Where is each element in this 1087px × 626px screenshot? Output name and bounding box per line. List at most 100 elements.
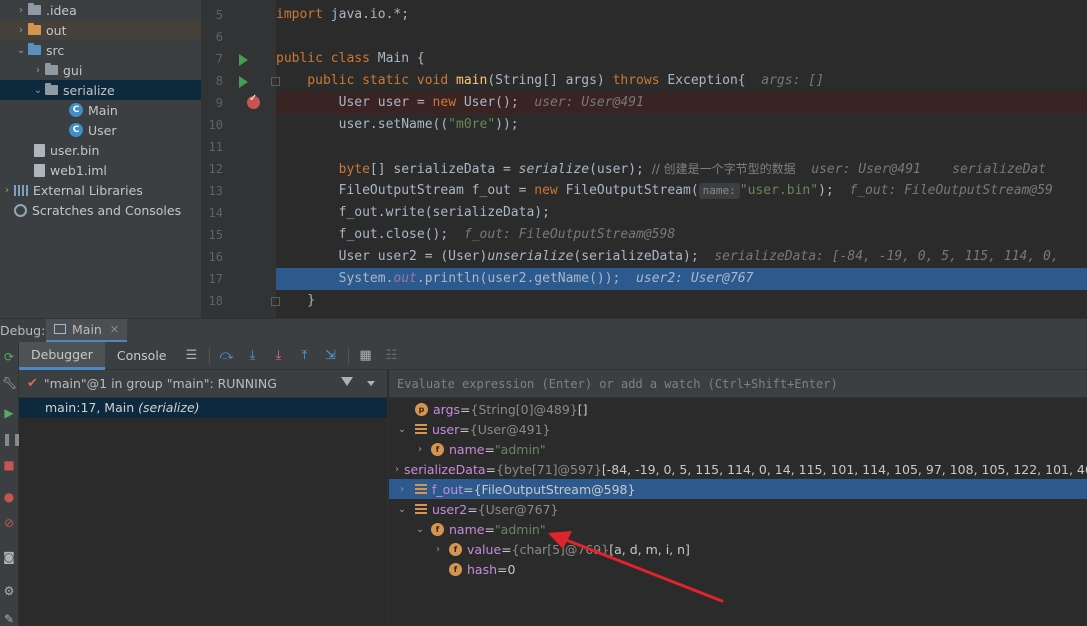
code-editor[interactable]: 5 6 7 8 9 10 11 12 13 14 15 16 17 18 imp… xyxy=(201,0,1087,318)
variable-equals: = xyxy=(459,421,470,437)
settings-gear-icon[interactable]: ⚙ xyxy=(2,584,16,598)
variable-name: args xyxy=(433,401,461,417)
chevron-down-icon[interactable]: ⌄ xyxy=(31,85,45,96)
field-icon: f xyxy=(449,562,462,576)
code-text: f_out.write(serializeData); xyxy=(276,205,550,220)
chevron-right-icon[interactable]: › xyxy=(431,544,445,555)
tree-item-scratches[interactable]: Scratches and Consoles xyxy=(0,200,201,220)
run-main-icon[interactable] xyxy=(239,76,248,88)
tree-item-label: User xyxy=(88,122,117,138)
chevron-down-icon[interactable]: ⌄ xyxy=(395,504,409,515)
camera-icon[interactable]: ◙ xyxy=(2,550,16,564)
wrench-icon[interactable]: 🔧︎ xyxy=(2,376,17,390)
tree-item-src[interactable]: ⌄ src xyxy=(0,40,201,60)
variable-row-user[interactable]: ⌄ user = {User@491} xyxy=(389,419,1087,439)
pin-icon[interactable]: ✎ xyxy=(2,612,16,626)
chevron-down-icon[interactable]: ⌄ xyxy=(14,45,28,56)
run-to-cursor-icon[interactable]: ⇲ xyxy=(318,342,344,370)
editor-gutter[interactable]: 5 6 7 8 9 10 11 12 13 14 15 16 17 18 xyxy=(201,0,280,318)
show-execution-point-icon[interactable]: ⤼ xyxy=(214,342,240,370)
chevron-right-icon[interactable]: › xyxy=(395,484,409,495)
chevron-right-icon[interactable]: › xyxy=(31,65,45,76)
evaluate-expression-input[interactable]: Evaluate expression (Enter) or add a wat… xyxy=(389,370,1087,398)
chevron-down-icon[interactable]: ⌄ xyxy=(395,424,409,435)
tree-item-user-class[interactable]: C User xyxy=(0,120,201,140)
tree-item-web1-iml[interactable]: web1.iml xyxy=(0,160,201,180)
class-icon: C xyxy=(69,123,83,137)
tab-console[interactable]: Console xyxy=(105,342,179,370)
chevron-down-icon[interactable] xyxy=(367,381,375,386)
code-line-18: } xyxy=(276,290,1087,312)
close-icon[interactable]: ✕ xyxy=(110,323,119,336)
view-breakpoints-icon[interactable]: ● xyxy=(2,490,16,504)
tab-debugger[interactable]: Debugger xyxy=(19,341,105,370)
package-icon xyxy=(45,63,58,75)
frame-package: (serialize) xyxy=(138,400,200,415)
line-number: 6 xyxy=(215,30,223,44)
tree-item-external-libraries[interactable]: › External Libraries xyxy=(0,180,201,200)
code-text: (user); xyxy=(589,162,652,177)
step-out-icon[interactable]: ⤒ xyxy=(292,342,318,370)
variable-equals: = xyxy=(497,561,508,577)
variable-type: {char[5]@769} xyxy=(511,541,610,557)
step-over-icon[interactable]: ⤓ xyxy=(240,342,266,370)
variable-row-user-name[interactable]: › f name = "admin" xyxy=(389,439,1087,459)
variable-row-user2-name[interactable]: ⌄ f name = "admin" xyxy=(389,519,1087,539)
code-line-10: user.setName(("m0re")); xyxy=(276,114,1087,136)
menu-icon[interactable]: ☰ xyxy=(179,342,205,370)
variable-row-f_out[interactable]: › f_out = {FileOutputStream@598} xyxy=(389,479,1087,499)
inline-debug-value: f_out: FileOutputStream@59 xyxy=(849,183,1053,198)
line-number: 9 xyxy=(215,96,223,110)
evaluate-expression-icon[interactable]: ▦ xyxy=(353,342,379,370)
tree-item-main-class[interactable]: C Main xyxy=(0,100,201,120)
code-text: f_out.close(); xyxy=(276,227,464,242)
variable-equals: = xyxy=(485,461,497,477)
frames-panel: ✔ "main"@1 in group "main": RUNNING main… xyxy=(19,370,388,626)
force-step-into-icon[interactable]: ⤓ xyxy=(266,342,292,370)
filter-icon[interactable] xyxy=(341,377,353,386)
chevron-down-icon[interactable]: ⌄ xyxy=(413,524,427,535)
rerun-icon[interactable]: ⟳ xyxy=(2,350,16,364)
variable-row-user2[interactable]: ⌄ user2 = {User@767} xyxy=(389,499,1087,519)
field-icon: f xyxy=(431,522,444,536)
run-class-icon[interactable] xyxy=(239,54,248,66)
chevron-right-icon[interactable]: › xyxy=(395,464,399,475)
chevron-right-icon[interactable]: › xyxy=(14,5,28,16)
breakpoint-icon[interactable] xyxy=(247,93,260,109)
variable-type: {FileOutputStream@598} xyxy=(473,481,636,497)
code-text: Exception{ xyxy=(667,73,762,88)
code-line-14: f_out.write(serializeData); xyxy=(276,202,1087,224)
mute-breakpoints-icon[interactable]: ⊘ xyxy=(2,516,16,530)
stop-icon[interactable]: ■ xyxy=(2,458,16,472)
code-line-9: User user = new User(); user: User@491 xyxy=(276,92,1087,114)
inline-debug-value: f_out: FileOutputStream@598 xyxy=(463,227,676,242)
debug-session-label: Main xyxy=(72,321,102,337)
variable-equals: = xyxy=(501,541,512,557)
variable-row-hash[interactable]: f hash = 0 xyxy=(389,559,1087,579)
code-text: )); xyxy=(495,117,519,132)
variable-row-args[interactable]: p args = {String[0]@489} [] xyxy=(389,399,1087,419)
trace-icon[interactable]: ☷ xyxy=(379,342,405,370)
variable-value: "admin" xyxy=(494,521,546,537)
variable-row-value[interactable]: › f value = {char[5]@769} [a, d, m, i, n… xyxy=(389,539,1087,559)
chevron-right-icon[interactable]: › xyxy=(413,444,427,455)
code-text: user.setName(( xyxy=(276,117,449,132)
line-number: 13 xyxy=(208,184,223,198)
thread-selector[interactable]: ✔ "main"@1 in group "main": RUNNING xyxy=(19,370,387,398)
stack-frame-row[interactable]: main:17, Main (serialize) xyxy=(19,398,387,418)
tree-item-gui[interactable]: › gui xyxy=(0,60,201,80)
chevron-right-icon[interactable]: › xyxy=(0,185,14,196)
tree-item-out[interactable]: › out xyxy=(0,20,201,40)
tree-item-idea[interactable]: › .idea xyxy=(0,0,201,20)
resume-icon[interactable]: ▶ xyxy=(2,406,16,420)
tree-item-serialize[interactable]: ⌄ serialize xyxy=(0,80,201,100)
variable-row-serializeData[interactable]: › serializeData = {byte[71]@597} [-84, -… xyxy=(389,459,1087,479)
code-text: User user = xyxy=(276,95,433,110)
pause-icon[interactable]: ❚❚ xyxy=(2,432,22,446)
tree-item-user-bin[interactable]: user.bin xyxy=(0,140,201,160)
folder-icon xyxy=(28,23,41,35)
chevron-right-icon[interactable]: › xyxy=(14,25,28,36)
code-text: FileOutputStream f_out = xyxy=(276,183,535,198)
code-text: (serializeData); xyxy=(573,249,715,264)
debug-session-tab[interactable]: Main ✕ xyxy=(46,318,128,343)
